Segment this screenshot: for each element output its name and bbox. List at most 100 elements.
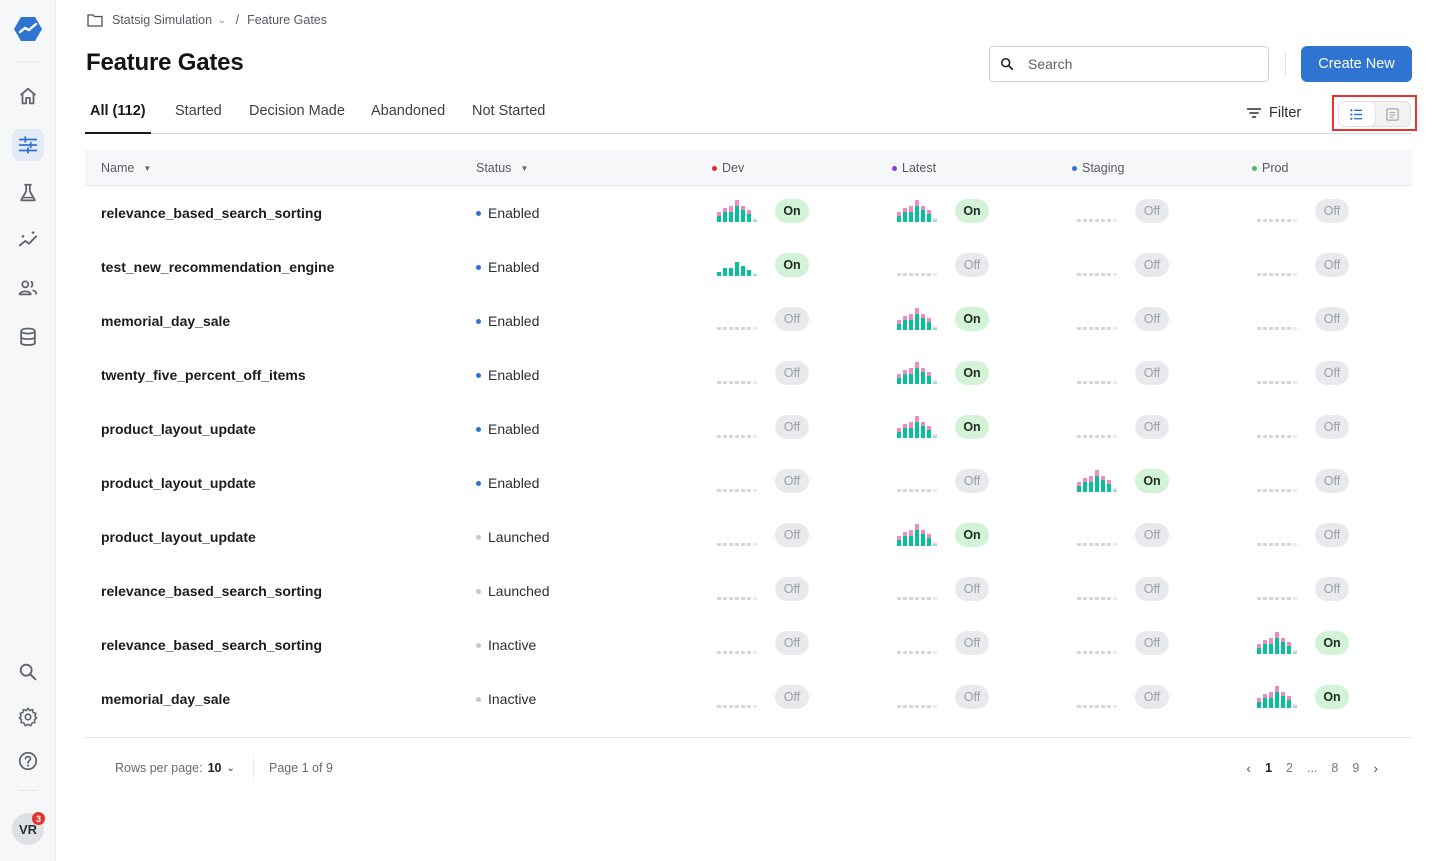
env-state-pill[interactable]: Off [1135, 199, 1169, 223]
env-state-pill[interactable]: Off [1135, 685, 1169, 709]
page-button[interactable]: 1 [1265, 761, 1272, 775]
table-row[interactable]: memorial_day_sale Enabled Off On Off Off [85, 294, 1412, 348]
env-state-pill[interactable]: Off [775, 415, 809, 439]
env-state-pill[interactable]: Off [1315, 415, 1349, 439]
env-state-pill[interactable]: On [955, 199, 989, 223]
gate-name[interactable]: product_layout_update [101, 421, 256, 437]
search-input[interactable] [1028, 56, 1248, 72]
gate-name[interactable]: relevance_based_search_sorting [101, 205, 322, 221]
gate-name[interactable]: memorial_day_sale [101, 691, 230, 707]
table-row[interactable]: memorial_day_sale Inactive Off Off Off On [85, 672, 1412, 726]
env-state-pill[interactable]: Off [1315, 307, 1349, 331]
sidebar-item-search[interactable] [12, 656, 44, 688]
sparkline-empty-bar [1257, 327, 1261, 330]
sidebar-item-users[interactable] [12, 272, 44, 304]
env-state-pill[interactable]: Off [775, 307, 809, 331]
env-state-pill[interactable]: Off [1315, 361, 1349, 385]
pass-rate-sparkline [897, 489, 937, 492]
env-state-pill[interactable]: Off [955, 685, 989, 709]
list-view-button[interactable] [1339, 102, 1375, 126]
tab-decision-made[interactable]: Decision Made [249, 103, 345, 119]
env-state-pill[interactable]: On [955, 523, 989, 547]
env-state-pill[interactable]: Off [1135, 415, 1169, 439]
sidebar-item-metrics[interactable] [12, 224, 44, 256]
sidebar-item-settings[interactable] [12, 701, 44, 733]
env-state-pill[interactable]: Off [775, 469, 809, 493]
env-state-pill[interactable]: Off [1315, 577, 1349, 601]
env-state-pill[interactable]: Off [775, 523, 809, 547]
breadcrumb-project[interactable]: Statsig Simulation [112, 13, 212, 27]
env-state-pill[interactable]: Off [1315, 469, 1349, 493]
gate-status: Inactive [476, 691, 536, 707]
sidebar-item-home[interactable] [12, 80, 44, 112]
env-state-pill[interactable]: Off [1135, 253, 1169, 277]
env-state-pill[interactable]: Off [955, 577, 989, 601]
gate-name[interactable]: product_layout_update [101, 529, 256, 545]
table-row[interactable]: relevance_based_search_sorting Enabled On O… [85, 186, 1412, 240]
search-box[interactable] [989, 46, 1269, 82]
env-state-pill[interactable]: Off [955, 253, 989, 277]
sparkline-empty-bar [1095, 597, 1099, 600]
table-row[interactable]: test_new_recommendation_engine Enabled On O… [85, 240, 1412, 294]
env-state-pill[interactable]: Off [1135, 361, 1169, 385]
gate-name[interactable]: relevance_based_search_sorting [101, 637, 322, 653]
env-state-pill[interactable]: Off [1315, 199, 1349, 223]
chevron-down-icon[interactable]: ⌄ [226, 763, 234, 774]
statsig-logo-icon[interactable] [14, 15, 42, 43]
sidebar-item-experiments[interactable] [12, 177, 44, 209]
gate-name[interactable]: product_layout_update [101, 475, 256, 491]
page-button[interactable]: 2 [1286, 761, 1293, 775]
env-state-pill[interactable]: On [775, 253, 809, 277]
env-state-pill[interactable]: Off [955, 469, 989, 493]
env-state-pill[interactable]: Off [775, 577, 809, 601]
env-state-pill[interactable]: On [955, 415, 989, 439]
table-row[interactable]: product_layout_update Enabled Off Off On Off [85, 456, 1412, 510]
prev-page-icon[interactable]: ‹ [1246, 760, 1251, 776]
gate-name[interactable]: test_new_recommendation_engine [101, 259, 334, 275]
tab-all[interactable]: All (112) [90, 103, 146, 119]
env-state-pill[interactable]: On [955, 361, 989, 385]
create-new-button[interactable]: Create New [1301, 46, 1412, 82]
page-button[interactable]: 8 [1331, 761, 1338, 775]
chevron-down-icon[interactable]: ⌄ [218, 15, 226, 26]
tab-not-started[interactable]: Not Started [472, 103, 545, 119]
rows-per-page-select[interactable]: 10 [208, 761, 222, 775]
filter-button[interactable]: Filter [1246, 105, 1301, 121]
sidebar-item-data[interactable] [12, 321, 44, 353]
next-page-icon[interactable]: › [1373, 760, 1378, 776]
env-state-pill[interactable]: Off [775, 685, 809, 709]
tab-abandoned[interactable]: Abandoned [371, 103, 445, 119]
tab-started[interactable]: Started [175, 103, 222, 119]
column-header-status[interactable]: Status ▼ [476, 161, 528, 175]
sidebar-item-feature-gates[interactable] [12, 129, 44, 161]
table-row[interactable]: twenty_five_percent_off_items Enabled Off O… [85, 348, 1412, 402]
table-row[interactable]: product_layout_update Enabled Off On Off Off [85, 402, 1412, 456]
gate-name[interactable]: memorial_day_sale [101, 313, 230, 329]
env-state-pill[interactable]: On [1315, 631, 1349, 655]
env-state-pill[interactable]: On [1135, 469, 1169, 493]
page-ellipsis[interactable]: ... [1307, 761, 1317, 775]
env-state-pill[interactable]: Off [1315, 523, 1349, 547]
env-state-pill[interactable]: Off [1135, 523, 1169, 547]
page-button[interactable]: 9 [1352, 761, 1359, 775]
env-state-pill[interactable]: Off [1135, 307, 1169, 331]
gate-name[interactable]: twenty_five_percent_off_items [101, 367, 306, 383]
sparkline-empty-bar [897, 489, 901, 492]
env-state-pill[interactable]: On [1315, 685, 1349, 709]
env-state-pill[interactable]: On [775, 199, 809, 223]
env-state-pill[interactable]: Off [1135, 577, 1169, 601]
env-state-pill[interactable]: Off [775, 361, 809, 385]
column-header-name[interactable]: Name ▼ [101, 161, 151, 175]
env-state-pill[interactable]: Off [1315, 253, 1349, 277]
sparkline-empty-bar [729, 705, 733, 708]
gate-name[interactable]: relevance_based_search_sorting [101, 583, 322, 599]
table-row[interactable]: relevance_based_search_sorting Inactive Of… [85, 618, 1412, 672]
env-state-pill[interactable]: Off [1135, 631, 1169, 655]
table-row[interactable]: product_layout_update Launched Off On Off Off [85, 510, 1412, 564]
table-row[interactable]: relevance_based_search_sorting Launched Of… [85, 564, 1412, 618]
card-view-button[interactable] [1375, 102, 1411, 126]
sidebar-item-help[interactable] [12, 745, 44, 777]
env-state-pill[interactable]: Off [955, 631, 989, 655]
env-state-pill[interactable]: Off [775, 631, 809, 655]
env-state-pill[interactable]: On [955, 307, 989, 331]
